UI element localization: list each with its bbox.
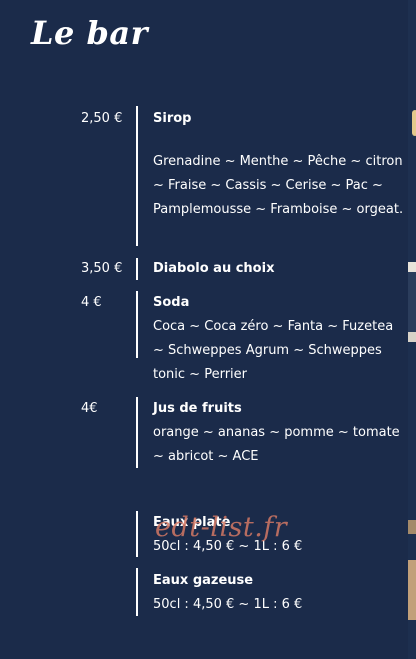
sirop-price: 2,50 € — [81, 111, 123, 126]
menu-page: Le bar 2,50 € Sirop Grenadine ~ Menthe ~… — [0, 0, 408, 659]
diabolo-name: Diabolo au choix — [153, 261, 275, 276]
diabolo-price: 3,50 € — [81, 261, 123, 276]
soda-name: Soda — [153, 295, 190, 310]
sirop-name: Sirop — [153, 111, 192, 126]
soda-list: Coca ~ Coca zéro ~ Fanta ~ Fuzetea ~ Sch… — [153, 319, 394, 382]
jus-list: orange ~ ananas ~ pomme ~ tomate ~ abric… — [153, 425, 400, 464]
jus-name: Jus de fruits — [153, 401, 242, 416]
eaux-gazeuse-name: Eaux gazeuse — [153, 573, 254, 588]
diabolo-divider — [136, 258, 138, 280]
soda-divider — [136, 291, 138, 358]
sirop-flavors: Grenadine ~ Menthe ~ Pêche ~ citron ~ Fr… — [153, 154, 404, 217]
soda-price: 4 € — [81, 295, 102, 310]
page-title: Le bar — [31, 14, 148, 52]
eaux-plate-divider — [136, 511, 138, 557]
watermark: edt-list.fr — [155, 512, 288, 543]
eaux-gazeuse-divider — [136, 568, 138, 616]
jus-price: 4€ — [81, 401, 98, 416]
eaux-gazeuse-prices: 50cl : 4,50 € ~ 1L : 6 € — [153, 597, 303, 612]
sirop-divider — [136, 106, 138, 246]
jus-divider — [136, 397, 138, 468]
adjacent-photo-edge — [408, 0, 416, 659]
